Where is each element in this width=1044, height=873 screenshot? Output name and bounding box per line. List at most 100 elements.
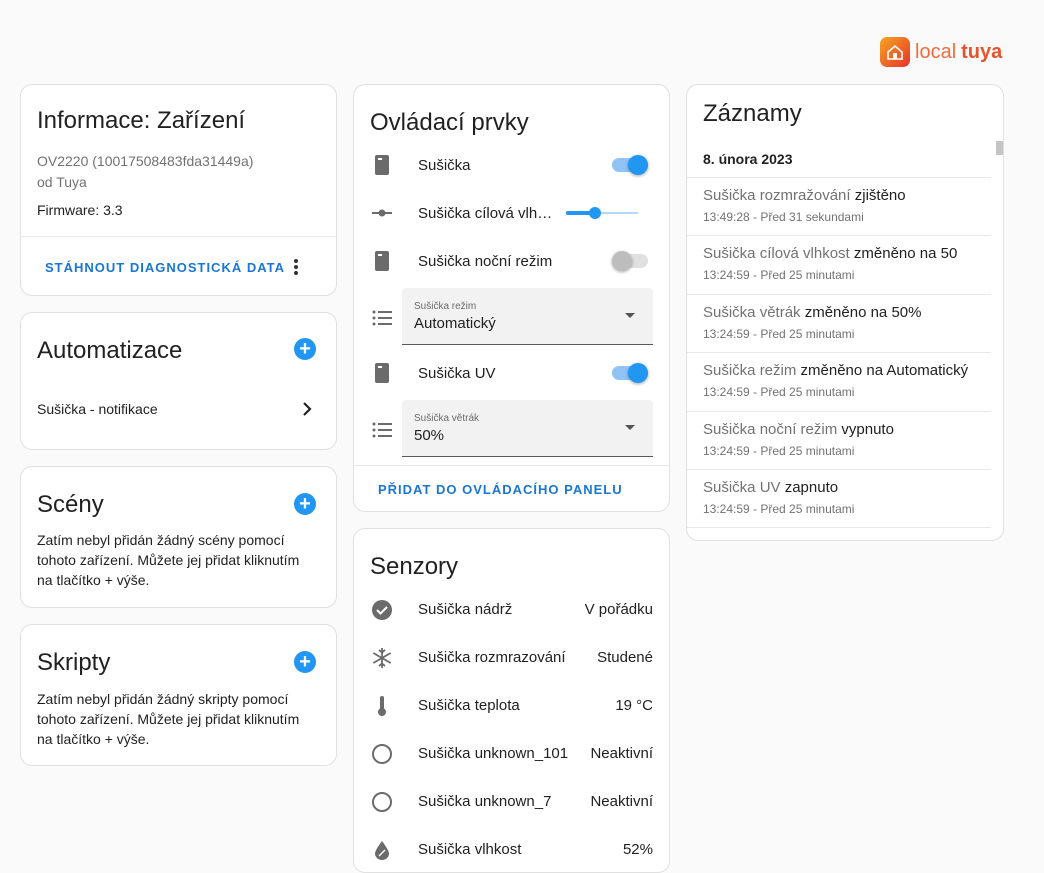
controls-card: Ovládací prvky Sušička Sušička cílová vl… xyxy=(353,84,670,512)
sensor-label: Sušička nádrž xyxy=(418,601,513,618)
dryer-toggle-thumb[interactable] xyxy=(628,155,648,175)
log-entry[interactable]: Sušička režim změněno na Automatický 13:… xyxy=(703,362,991,399)
snowflake-icon xyxy=(370,646,394,670)
device-info-title: Informace: Zařízení xyxy=(37,107,246,134)
log-time: 13:24:59 - Před 25 minutami xyxy=(703,444,855,458)
scripts-empty-text: Zatím nebyl přidán žádný skripty pomocí … xyxy=(37,691,300,747)
log-time: 13:24:59 - Před 25 minutami xyxy=(703,385,855,399)
logo-word-tuya: tuya xyxy=(961,40,1003,63)
dryer-uv-icon xyxy=(370,361,394,385)
dryer-label: Sušička xyxy=(418,157,471,174)
automation-card: Automatizace + Sušička - notifikace xyxy=(20,312,337,450)
add-automation-icon[interactable]: + xyxy=(294,338,316,360)
list-icon xyxy=(370,418,394,442)
night-mode-toggle-thumb[interactable] xyxy=(612,251,632,271)
log-entity[interactable]: Sušička rozmražování xyxy=(703,187,851,204)
log-entry[interactable]: Sušička větrák změněno na 50% 13:24:59 -… xyxy=(703,304,991,341)
controls-title: Ovládací prvky xyxy=(370,109,529,136)
divider xyxy=(687,469,991,470)
log-entity[interactable]: Sušička noční režim xyxy=(703,421,837,438)
log-entry[interactable]: Sušička cílová vlhkost změněno na 50 13:… xyxy=(703,245,991,282)
fan-select-label: Sušička větrák xyxy=(414,413,480,424)
log-time: 13:49:28 - Před 31 sekundami xyxy=(703,210,864,224)
chevron-right-icon[interactable] xyxy=(301,401,313,422)
logo-word-local: local xyxy=(915,40,957,63)
log-entity[interactable]: Sušička UV xyxy=(703,479,781,496)
sensor-value[interactable]: Neaktivní xyxy=(590,745,653,762)
mode-select[interactable]: Sušička režim Automatický xyxy=(402,288,653,345)
divider xyxy=(687,294,991,295)
sensor-value[interactable]: Studené xyxy=(597,649,653,666)
check-circle-icon xyxy=(370,598,394,622)
mode-select-label: Sušička režim xyxy=(414,301,477,312)
dryer-icon xyxy=(370,153,394,177)
download-diagnostics-button[interactable]: STÁHNOUT DIAGNOSTICKÁ DATA xyxy=(45,260,285,275)
log-entry[interactable]: Sušička UV zapnuto 13:24:59 - Před 25 mi… xyxy=(703,479,991,516)
log-time: 13:24:59 - Před 25 minutami xyxy=(703,268,855,282)
local-tuya-logo: local tuya xyxy=(880,37,1002,67)
sensor-label: Sušička unknown_7 xyxy=(418,793,552,810)
log-action: změněno na Automatický xyxy=(800,362,969,379)
log-action: změněno na 50 xyxy=(853,245,958,262)
dropdown-arrow-icon[interactable] xyxy=(625,313,635,318)
logbook-title: Záznamy xyxy=(703,100,802,127)
water-percent-icon xyxy=(370,838,394,862)
divider xyxy=(354,465,669,466)
log-entity[interactable]: Sušička cílová vlhkost xyxy=(703,245,850,262)
add-script-icon[interactable]: + xyxy=(294,651,316,673)
device-firmware: Firmware: 3.3 xyxy=(37,202,123,218)
slider-icon xyxy=(370,201,394,225)
scripts-title: Skripty xyxy=(37,649,111,676)
night-mode-label: Sušička noční režim xyxy=(418,253,553,270)
log-time: 13:24:59 - Před 25 minutami xyxy=(703,502,855,516)
scenes-empty-text: Zatím nebyl přidán žádný scény pomocí to… xyxy=(37,532,300,588)
logbook-date: 8. února 2023 xyxy=(703,151,793,167)
dryer-night-icon xyxy=(370,249,394,273)
uv-label: Sušička UV xyxy=(418,365,496,382)
log-entity[interactable]: Sušička režim xyxy=(703,362,796,379)
humidity-slider-thumb[interactable] xyxy=(588,207,601,219)
divider xyxy=(687,352,991,353)
divider xyxy=(21,236,336,237)
sensor-value[interactable]: Neaktivní xyxy=(590,793,653,810)
automation-title: Automatizace xyxy=(37,337,183,364)
device-model: OV2220 (10017508483fda31449a) xyxy=(37,153,254,169)
sensor-label: Sušička unknown_101 xyxy=(418,745,569,762)
uv-toggle-thumb[interactable] xyxy=(628,363,648,383)
dropdown-arrow-icon[interactable] xyxy=(625,425,635,430)
automation-item-label: Sušička - notifikace xyxy=(37,401,158,417)
log-entry[interactable]: Sušička rozmražování zjištěno 13:49:28 -… xyxy=(703,187,991,224)
sensors-card: Senzory Sušička nádrž V pořádku Sušička … xyxy=(353,528,670,873)
circle-outline-icon xyxy=(370,790,394,814)
sensor-value[interactable]: V pořádku xyxy=(585,601,653,618)
log-time: 13:24:59 - Před 25 minutami xyxy=(703,327,855,341)
log-action: vypnuto xyxy=(841,421,894,438)
logo-icon xyxy=(880,37,910,67)
list-icon xyxy=(370,306,394,330)
automation-item[interactable]: Sušička - notifikace xyxy=(37,401,320,421)
divider xyxy=(687,527,991,528)
divider xyxy=(687,235,991,236)
scenes-title: Scény xyxy=(37,491,104,518)
logbook-scrollbar[interactable] xyxy=(996,141,1003,155)
scripts-card: Skripty + Zatím nebyl přidán žádný skrip… xyxy=(20,624,337,766)
log-entry[interactable]: Sušička noční režim vypnuto 13:24:59 - P… xyxy=(703,421,991,458)
sensor-value[interactable]: 52% xyxy=(623,841,653,858)
sensor-value[interactable]: 19 °C xyxy=(615,697,653,714)
add-scene-icon[interactable]: + xyxy=(294,493,316,515)
add-to-dashboard-button[interactable]: PŘIDAT DO OVLÁDACÍHO PANELU xyxy=(378,482,623,497)
divider xyxy=(687,411,991,412)
log-action: zapnuto xyxy=(784,479,839,496)
more-options-icon[interactable] xyxy=(289,255,303,279)
fan-select-value: 50% xyxy=(414,427,445,444)
log-entity[interactable]: Sušička větrák xyxy=(703,304,801,321)
log-action: zjištěno xyxy=(854,187,906,204)
fan-select[interactable]: Sušička větrák 50% xyxy=(402,400,653,457)
sensor-label: Sušička rozmrazování xyxy=(418,649,566,666)
humidity-slider[interactable] xyxy=(566,203,638,223)
device-manufacturer: od Tuya xyxy=(37,174,87,190)
thermometer-icon xyxy=(370,694,394,718)
sensor-label: Sušička vlhkost xyxy=(418,841,522,858)
sensor-label: Sušička teplota xyxy=(418,697,520,714)
divider xyxy=(687,177,991,178)
